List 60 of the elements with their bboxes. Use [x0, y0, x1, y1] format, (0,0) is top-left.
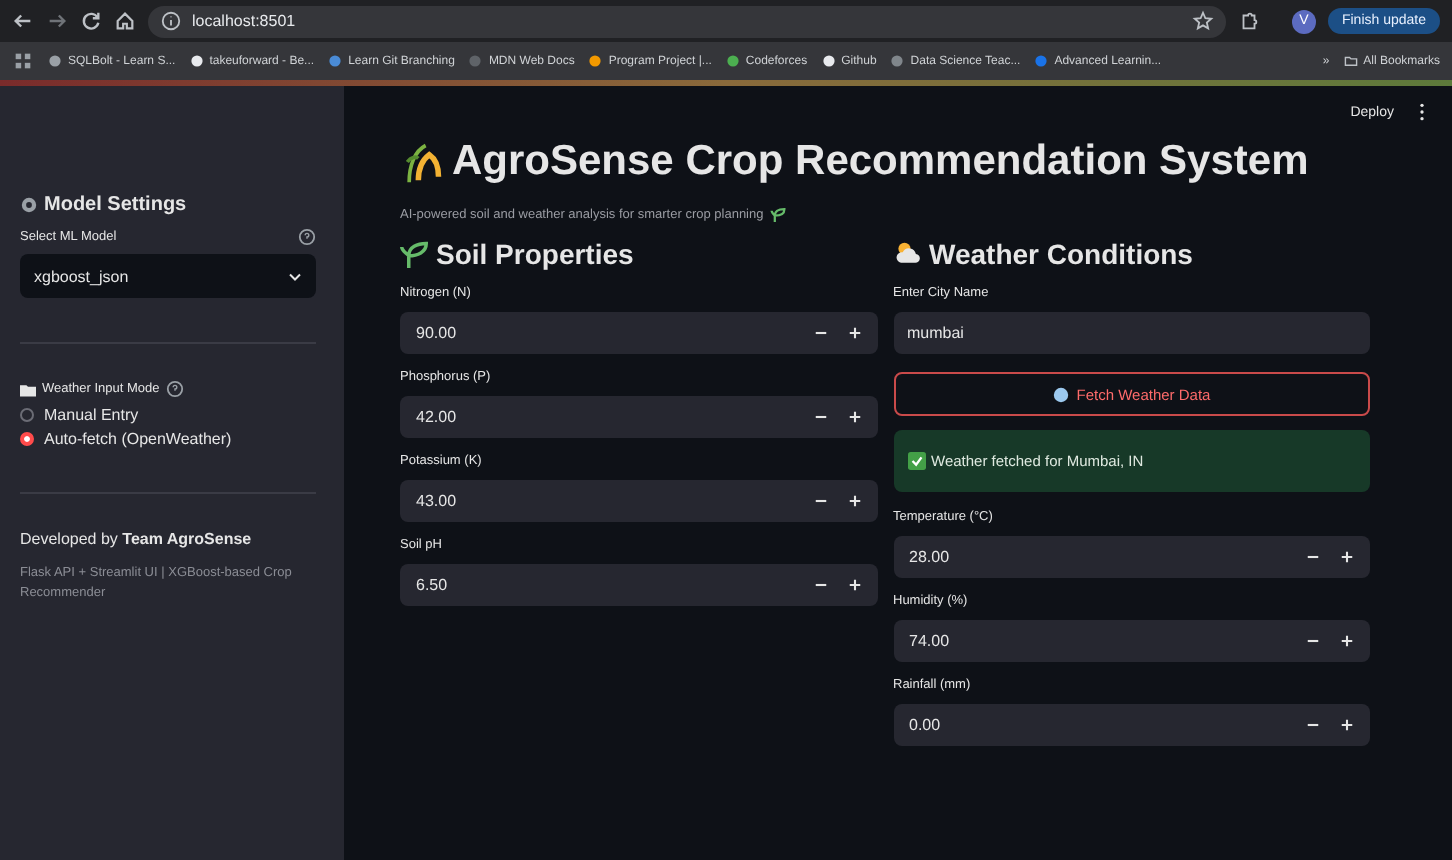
info-icon[interactable]	[160, 10, 182, 32]
minus-icon[interactable]	[1306, 634, 1320, 648]
model-select[interactable]: xgboost_json	[20, 254, 316, 298]
number-input[interactable]: 43.00	[400, 480, 877, 522]
dot-icon	[189, 54, 204, 68]
help-icon[interactable]	[298, 228, 316, 246]
plus-icon[interactable]	[847, 494, 861, 508]
minus-icon[interactable]	[813, 578, 827, 592]
minus-icon[interactable]	[1306, 550, 1320, 564]
forward-icon[interactable]	[46, 10, 68, 32]
plus-icon[interactable]	[1340, 634, 1354, 648]
section-heading: Weather Conditions	[929, 238, 1193, 270]
plus-icon[interactable]	[847, 578, 861, 592]
help-icon[interactable]	[165, 380, 184, 398]
number-input[interactable]: 6.50	[400, 564, 877, 606]
dot-icon	[328, 54, 343, 68]
extension-icon[interactable]	[1237, 10, 1260, 32]
back-icon[interactable]	[12, 10, 34, 32]
address-bar[interactable]: localhost:8501	[148, 5, 1226, 37]
number-input[interactable]: 90.00	[400, 312, 877, 354]
cloud-icon	[893, 240, 921, 268]
radio-option[interactable]: Manual Entry	[20, 406, 316, 424]
dot-icon	[890, 54, 905, 68]
number-input[interactable]: 0.00	[893, 704, 1370, 746]
minus-icon[interactable]	[1306, 718, 1320, 732]
plus-icon[interactable]	[1340, 550, 1354, 564]
plus-icon[interactable]	[1340, 718, 1354, 732]
plus-icon[interactable]	[847, 326, 861, 340]
circle-icon	[1052, 385, 1071, 403]
minus-icon[interactable]	[813, 494, 827, 508]
page-title: AgroSense Crop Recommendation System	[452, 138, 1309, 186]
minus-icon[interactable]	[813, 410, 827, 424]
number-input[interactable]: 74.00	[893, 620, 1370, 662]
dot-icon	[48, 54, 62, 68]
star-icon[interactable]	[1191, 10, 1214, 32]
dot-icon	[588, 54, 603, 68]
credit-text: Developed by Team AgroSense	[20, 530, 254, 548]
dot-icon	[468, 54, 483, 68]
minus-icon[interactable]	[813, 326, 827, 340]
dot-icon	[1034, 54, 1049, 68]
apps-icon[interactable]	[12, 50, 34, 72]
plus-icon[interactable]	[847, 410, 861, 424]
number-input[interactable]: 28.00	[893, 536, 1370, 578]
chevron-down-icon	[288, 271, 302, 281]
radio-option[interactable]: Auto-fetch (OpenWeather)	[20, 430, 316, 448]
seedling-icon	[400, 240, 428, 268]
dot-icon	[821, 54, 836, 68]
menu-icon[interactable]	[1418, 102, 1426, 122]
section-heading: Soil Properties	[436, 238, 634, 270]
dot-icon	[725, 54, 740, 68]
check-icon	[907, 452, 925, 470]
number-input[interactable]: 42.00	[400, 396, 877, 438]
seedling-icon	[769, 206, 786, 222]
reload-icon[interactable]	[80, 10, 102, 32]
sidebar-heading: Model Settings	[44, 194, 187, 216]
rice-icon	[400, 140, 444, 184]
city-input[interactable]: mumbai	[893, 312, 1370, 354]
folder-icon	[1343, 54, 1358, 68]
home-icon[interactable]	[114, 10, 136, 32]
folder-icon	[20, 381, 36, 397]
